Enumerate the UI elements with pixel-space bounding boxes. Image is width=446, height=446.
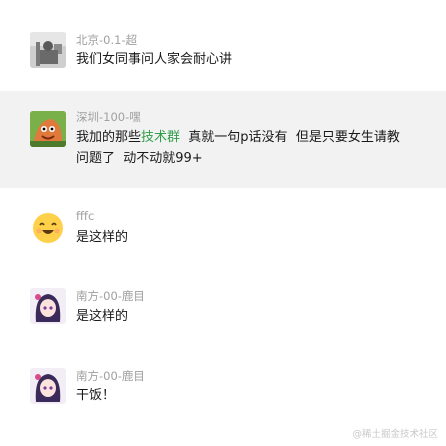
message-item-highlighted: 深圳-100-嘿 我加的那些技术群 真就一句p话没有 但是只要女生请教 问题了 … [0, 91, 446, 188]
avatar[interactable] [30, 111, 66, 147]
anime-girl-avatar-icon [30, 288, 66, 324]
message-text-line: 我加的那些技术群 真就一句p话没有 但是只要女生请教 [76, 127, 400, 149]
message-text-segment: 我加的那些 [76, 130, 142, 145]
message-item: 北京-0.1-超 我们女同事问人家会耐心讲 [0, 24, 446, 84]
avatar[interactable] [30, 32, 66, 68]
avatar[interactable] [30, 368, 66, 404]
message-text: 是这样的 [76, 230, 129, 245]
avatar-photo-icon [30, 32, 66, 68]
message-item: fffc 是这样的 [0, 200, 446, 260]
chat-message-list: 北京-0.1-超 我们女同事问人家会耐心讲 深圳-100-嘿 我加的那些技术群 … [0, 0, 446, 446]
sender-name[interactable]: 北京-0.1-超 [76, 32, 137, 48]
smiley-emoji-icon [33, 213, 63, 243]
sender-name[interactable]: 深圳-100-嘿 [76, 109, 141, 125]
sender-name[interactable]: 南方-00-鹿目 [76, 368, 145, 384]
message-text-segment: 真就一句p话没有 但是只要女生请教 [180, 130, 400, 145]
message-text: 我们女同事问人家会耐心讲 [76, 52, 233, 67]
avatar[interactable] [30, 210, 66, 246]
message-item: 南方-00-鹿目 干饭！ [0, 360, 446, 420]
message-text: 是这样的 [76, 309, 129, 324]
message-item: 南方-00-鹿目 是这样的 [0, 280, 446, 340]
message-text: 干饭！ [76, 388, 116, 403]
anime-girl-avatar-icon [30, 368, 66, 404]
watermark: @稀土掘金技术社区 [352, 429, 438, 440]
message-text-line: 问题了 动不动就99+ [76, 151, 203, 166]
sender-name[interactable]: 南方-00-鹿目 [76, 288, 145, 304]
sender-name[interactable]: fffc [76, 209, 94, 223]
tech-group-link[interactable]: 技术群 [141, 130, 180, 145]
avatar[interactable] [30, 288, 66, 324]
avatar-cartoon-icon [30, 111, 66, 147]
